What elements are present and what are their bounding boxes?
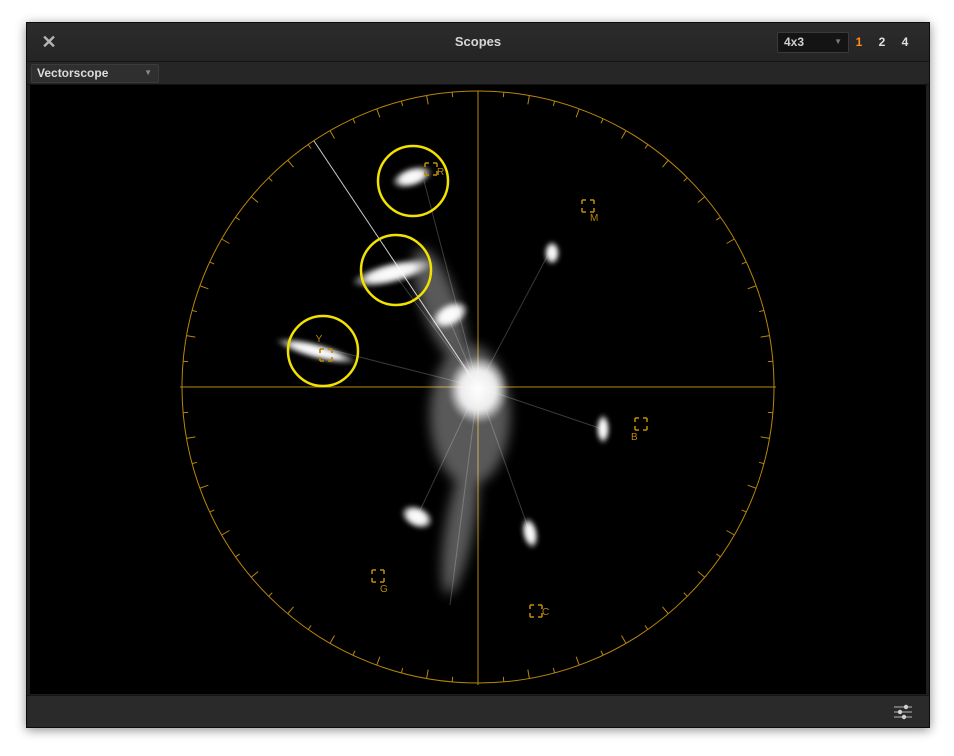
graticule-tick xyxy=(209,261,215,265)
scopes-window: ✕ Scopes 4x3 ▼ 1 2 4 Vectorscope ▼ R M B… xyxy=(26,22,930,728)
graticule-tick xyxy=(400,667,404,674)
graticule-tick xyxy=(683,177,688,182)
graticule-tick xyxy=(662,159,669,168)
graticule-tick xyxy=(600,650,604,656)
graticule-tick xyxy=(209,509,215,513)
target-label-r: R xyxy=(437,167,444,178)
graticule-tick xyxy=(741,509,747,513)
layout-select[interactable]: 4x3 ▼ xyxy=(777,32,849,53)
graticule-tick xyxy=(191,309,198,313)
graticule-tick xyxy=(250,571,259,578)
footer-bar xyxy=(27,695,929,727)
graticule-tick xyxy=(221,238,230,244)
graticule-tick xyxy=(268,177,273,182)
graticule-tick xyxy=(621,635,627,644)
target-label-m: M xyxy=(590,213,598,224)
graticule-tick xyxy=(199,484,209,489)
layout-select-value: 4x3 xyxy=(784,35,805,49)
target-label-b: B xyxy=(631,432,638,443)
vectorscope-graph: R M B C G Y xyxy=(180,90,776,685)
graticule-tick xyxy=(760,335,770,338)
graticule-tick xyxy=(683,592,688,597)
graticule-tick xyxy=(575,656,580,666)
graticule-tick xyxy=(758,461,765,465)
title-bar: ✕ Scopes 4x3 ▼ 1 2 4 xyxy=(27,23,929,62)
graticule-tick xyxy=(250,196,259,203)
graticule-tick xyxy=(352,650,356,656)
graticule-tick xyxy=(747,484,757,489)
signal-center-blob xyxy=(448,356,508,424)
graticule-tick xyxy=(726,238,735,244)
graticule-tick xyxy=(697,196,706,203)
graticule-tick xyxy=(621,130,627,139)
scope-type-select[interactable]: Vectorscope ▼ xyxy=(31,64,159,83)
graticule-tick xyxy=(662,606,669,615)
chevron-down-icon: ▼ xyxy=(834,37,842,46)
sliders-icon xyxy=(894,704,912,720)
graticule-tick xyxy=(221,530,230,536)
graticule-tick xyxy=(329,130,335,139)
graticule-tick xyxy=(307,144,312,149)
view-button-label: 2 xyxy=(878,35,886,49)
graticule-tick xyxy=(199,285,209,290)
graticule-tick xyxy=(600,118,604,124)
graticule-tick xyxy=(329,635,335,644)
target-label-g: G xyxy=(380,584,388,595)
graticule-tick xyxy=(376,108,381,118)
graticule-tick xyxy=(760,436,770,439)
graticule-tick xyxy=(552,100,556,107)
graticule-tick xyxy=(186,436,196,439)
target-box-g: G xyxy=(371,569,388,595)
graticule-tick xyxy=(186,335,196,338)
graticule-tick xyxy=(235,553,240,558)
scope-toolbar: Vectorscope ▼ xyxy=(27,62,929,85)
graticule-tick xyxy=(426,669,429,679)
graticule-tick xyxy=(644,144,649,149)
graticule-tick xyxy=(268,592,273,597)
graticule-tick xyxy=(352,118,356,124)
graticule-tick xyxy=(527,669,530,679)
target-box-b: B xyxy=(631,417,648,443)
graticule-tick xyxy=(741,261,747,265)
view-button-1[interactable]: 1 xyxy=(849,33,869,51)
target-box-c: C xyxy=(529,604,549,618)
graticule-tick xyxy=(716,553,721,558)
graticule-tick xyxy=(400,100,404,107)
graticule-tick xyxy=(287,159,294,168)
graticule-tick xyxy=(644,625,649,630)
signal-traces xyxy=(275,165,610,549)
signal-blob xyxy=(391,165,433,189)
view-button-4[interactable]: 4 xyxy=(895,33,915,51)
graticule-tick xyxy=(426,95,429,105)
graticule-tick xyxy=(575,108,580,118)
target-box-m: M xyxy=(581,199,598,224)
graticule-tick xyxy=(747,285,757,290)
graticule-tick xyxy=(758,309,765,313)
view-button-2[interactable]: 2 xyxy=(872,33,892,51)
graticule-tick xyxy=(191,461,198,465)
graticule-tick xyxy=(376,656,381,666)
chevron-down-icon: ▼ xyxy=(144,68,152,77)
graticule-tick xyxy=(527,95,530,105)
scope-settings-button[interactable] xyxy=(892,702,914,722)
signal-blob xyxy=(400,504,434,530)
target-label-c: C xyxy=(542,607,549,618)
target-label-y: Y xyxy=(316,334,323,345)
view-button-label: 1 xyxy=(855,35,863,49)
signal-blob xyxy=(544,241,560,265)
graticule-tick xyxy=(697,571,706,578)
graticule-tick xyxy=(552,667,556,674)
view-button-label: 4 xyxy=(901,35,909,49)
graticule-tick xyxy=(287,606,294,615)
graticule-tick xyxy=(726,530,735,536)
signal-blob xyxy=(596,414,610,444)
graticule-tick xyxy=(716,216,721,221)
vectorscope-display: R M B C G Y xyxy=(30,85,926,694)
graticule-tick xyxy=(235,216,240,221)
graticule-tick xyxy=(307,625,312,630)
scope-type-value: Vectorscope xyxy=(37,66,109,80)
signal-blob xyxy=(521,517,539,549)
